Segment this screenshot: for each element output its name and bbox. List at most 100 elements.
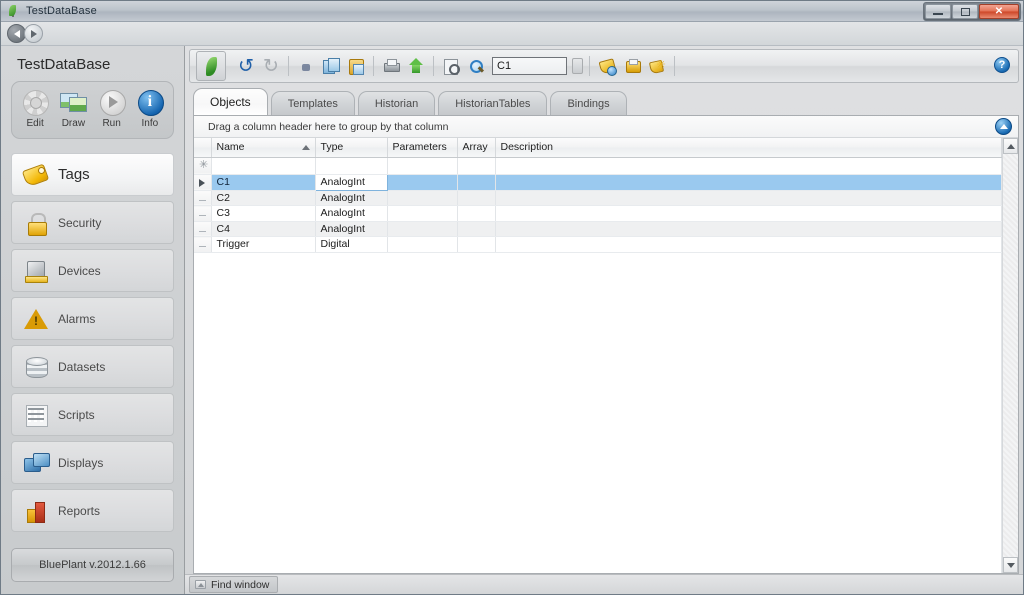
- cell-parameters[interactable]: [387, 190, 458, 206]
- table-new-row[interactable]: ✳: [194, 157, 1002, 175]
- leaf-logo-icon[interactable]: [196, 51, 226, 81]
- search-button[interactable]: [465, 55, 487, 77]
- cell-array[interactable]: [457, 157, 496, 175]
- close-button[interactable]: ✕: [979, 4, 1019, 19]
- search-input[interactable]: [492, 57, 567, 75]
- mode-label-draw: Draw: [61, 118, 86, 129]
- undo-button[interactable]: [235, 55, 257, 77]
- cell-type[interactable]: AnalogInt: [314, 173, 388, 191]
- cell-parameters[interactable]: [387, 205, 458, 222]
- grid-wrap: Name Type Parameters Array Description ✳…: [194, 138, 1018, 573]
- cell-array[interactable]: [457, 236, 496, 253]
- tab-objects[interactable]: Objects: [193, 88, 268, 115]
- sidebar-label-devices: Devices: [58, 263, 101, 278]
- sidebar-item-datasets[interactable]: Datasets: [11, 345, 174, 388]
- mode-button-info[interactable]: Info: [131, 87, 169, 129]
- scroll-up-button[interactable]: [1003, 138, 1018, 154]
- forward-button[interactable]: [24, 24, 43, 43]
- cell-description[interactable]: [495, 205, 1002, 222]
- cell-type[interactable]: AnalogInt: [315, 205, 388, 222]
- cell-description[interactable]: [495, 190, 1002, 206]
- minimize-button[interactable]: [925, 4, 951, 19]
- maximize-button[interactable]: [952, 4, 978, 19]
- cell-name[interactable]: Trigger: [211, 236, 316, 253]
- find-window-button[interactable]: Find window: [189, 576, 279, 593]
- cell-parameters[interactable]: [387, 236, 458, 253]
- sidebar-item-devices[interactable]: Devices: [11, 249, 174, 292]
- cell-description[interactable]: [495, 174, 1002, 191]
- column-header-parameters[interactable]: Parameters: [387, 138, 458, 158]
- project-title: TestDataBase: [17, 56, 111, 73]
- column-header-name[interactable]: Name: [211, 138, 316, 158]
- new-tag-button[interactable]: [596, 55, 618, 77]
- import-button[interactable]: [405, 55, 427, 77]
- cell-parameters[interactable]: [387, 174, 458, 191]
- app-leaf-icon: [6, 4, 20, 18]
- sidebar-item-tags[interactable]: Tags: [11, 153, 174, 196]
- table-row[interactable]: C3 AnalogInt: [194, 205, 1002, 222]
- print-button[interactable]: [380, 55, 402, 77]
- tab-historian[interactable]: Historian: [357, 91, 436, 115]
- scrollbar-track[interactable]: [1003, 154, 1018, 557]
- cell-array[interactable]: [457, 221, 496, 237]
- database-icon: [22, 353, 50, 381]
- table-row[interactable]: C2 AnalogInt: [194, 190, 1002, 206]
- mode-button-draw[interactable]: Draw: [54, 87, 92, 129]
- main-area: ? Objects Templates Historian HistorianT…: [185, 46, 1023, 594]
- print-preview-button[interactable]: [440, 55, 462, 77]
- help-button[interactable]: ?: [994, 57, 1010, 73]
- cell-array[interactable]: [457, 174, 496, 191]
- cell-type[interactable]: [315, 157, 388, 175]
- mode-button-edit[interactable]: Edit: [16, 87, 54, 129]
- cut-button[interactable]: [295, 55, 317, 77]
- cut-icon: [300, 60, 313, 73]
- mode-button-run[interactable]: Run: [93, 87, 131, 129]
- column-header-array[interactable]: Array: [457, 138, 496, 158]
- cell-description[interactable]: [495, 157, 1002, 175]
- cell-type[interactable]: Digital: [315, 236, 388, 253]
- column-header-description[interactable]: Description: [495, 138, 1002, 158]
- cell-name[interactable]: C4: [211, 221, 316, 237]
- tab-templates[interactable]: Templates: [270, 91, 355, 115]
- copy-button[interactable]: [320, 55, 342, 77]
- cell-name[interactable]: C1: [211, 174, 316, 191]
- sidebar-item-reports[interactable]: Reports: [11, 489, 174, 532]
- mode-label-info: Info: [141, 118, 159, 129]
- table-row[interactable]: Trigger Digital: [194, 236, 1002, 253]
- chevron-down-icon: [1006, 562, 1015, 568]
- cell-name[interactable]: C2: [211, 190, 316, 206]
- column-label-type: Type: [320, 141, 344, 154]
- redo-button[interactable]: [260, 55, 282, 77]
- cell-parameters[interactable]: [387, 221, 458, 237]
- maximize-icon: [960, 7, 970, 16]
- info-home-icon[interactable]: [995, 118, 1012, 135]
- vertical-scrollbar[interactable]: [1002, 138, 1018, 573]
- cell-name[interactable]: [211, 157, 316, 175]
- cell-name[interactable]: C3: [211, 205, 316, 222]
- cell-parameters[interactable]: [387, 157, 458, 175]
- cell-type[interactable]: AnalogInt: [315, 190, 388, 206]
- cell-description[interactable]: [495, 221, 1002, 237]
- group-by-bar[interactable]: Drag a column header here to group by th…: [194, 116, 1018, 138]
- tag-wizard-button[interactable]: [646, 55, 668, 77]
- tab-bindings[interactable]: Bindings: [550, 91, 627, 115]
- search-dropdown-button[interactable]: [572, 58, 583, 74]
- cell-type[interactable]: AnalogInt: [315, 221, 388, 237]
- sidebar-item-security[interactable]: Security: [11, 201, 174, 244]
- tag-properties-button[interactable]: [621, 55, 643, 77]
- cell-array[interactable]: [457, 190, 496, 206]
- toolbar-separator: [433, 56, 434, 76]
- scroll-down-button[interactable]: [1003, 557, 1018, 573]
- row-gutter: [194, 205, 212, 222]
- table-row[interactable]: C1 AnalogInt: [194, 173, 1002, 191]
- table-row[interactable]: C4 AnalogInt: [194, 221, 1002, 237]
- version-button[interactable]: BluePlant v.2012.1.66: [11, 548, 174, 582]
- cell-description[interactable]: [495, 236, 1002, 253]
- paste-button[interactable]: [345, 55, 367, 77]
- column-header-type[interactable]: Type: [315, 138, 388, 158]
- cell-array[interactable]: [457, 205, 496, 222]
- sidebar-item-scripts[interactable]: Scripts: [11, 393, 174, 436]
- sidebar-item-displays[interactable]: Displays: [11, 441, 174, 484]
- sidebar-item-alarms[interactable]: Alarms: [11, 297, 174, 340]
- tab-historiantables[interactable]: HistorianTables: [438, 91, 548, 115]
